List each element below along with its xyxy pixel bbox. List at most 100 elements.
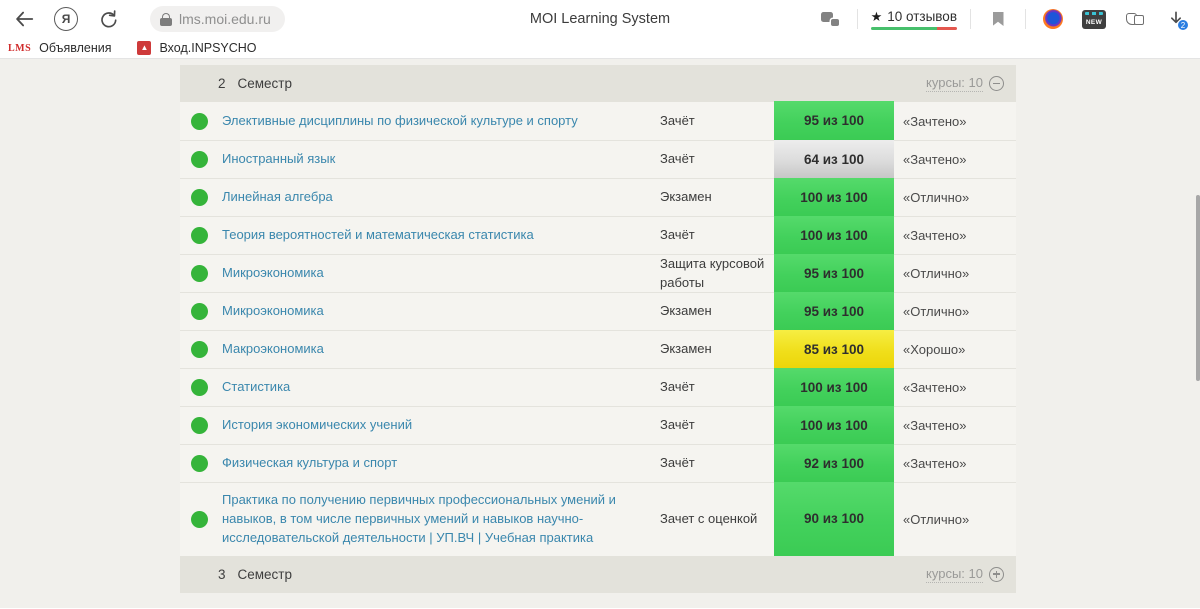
new-badge-label: NEW bbox=[1086, 19, 1102, 26]
assessment-type: Зачёт bbox=[660, 112, 774, 130]
grade-text: «Хорошо» bbox=[894, 342, 1016, 357]
course-link[interactable]: Элективные дисциплины по физической куль… bbox=[222, 113, 578, 128]
score-badge: 92 из 100 bbox=[774, 444, 894, 482]
course-name-cell: Теория вероятностей и математическая ста… bbox=[222, 218, 660, 253]
course-status bbox=[180, 227, 222, 244]
score-badge: 100 из 100 bbox=[774, 406, 894, 444]
course-link[interactable]: Теория вероятностей и математическая ста… bbox=[222, 227, 534, 242]
back-arrow-icon bbox=[13, 8, 35, 30]
bookmark-item-inpsycho[interactable]: ▲ Вход.INPSYCHO bbox=[137, 41, 256, 55]
status-dot-icon bbox=[191, 417, 208, 434]
chat-icon bbox=[821, 12, 839, 27]
course-row: Линейная алгебра Экзамен 100 из 100 «Отл… bbox=[180, 178, 1016, 216]
bookmark-item-announcements[interactable]: LMS Объявления bbox=[8, 41, 111, 55]
course-row: Иностранный язык Зачёт 64 из 100 «Зачтен… bbox=[180, 140, 1016, 178]
toolbar-divider bbox=[1025, 9, 1026, 29]
course-status bbox=[180, 265, 222, 282]
yandex-home-button[interactable]: Я bbox=[52, 5, 80, 33]
vertical-scrollbar[interactable] bbox=[1196, 195, 1200, 381]
course-status bbox=[180, 511, 222, 528]
bookmarks-bar: LMS Объявления ▲ Вход.INPSYCHO bbox=[0, 38, 1200, 59]
semester-footer: 3 Семестр курсы: 10 bbox=[180, 556, 1016, 593]
course-link[interactable]: Статистика bbox=[222, 379, 290, 394]
course-link[interactable]: Микроэкономика bbox=[222, 303, 324, 318]
score-badge: 85 из 100 bbox=[774, 330, 894, 368]
score-badge: 64 из 100 bbox=[774, 140, 894, 178]
bookmark-button[interactable] bbox=[984, 5, 1012, 33]
course-link[interactable]: Физическая культура и спорт bbox=[222, 455, 397, 470]
course-status bbox=[180, 189, 222, 206]
score-badge: 95 из 100 bbox=[774, 292, 894, 330]
bookmark-label: Объявления bbox=[39, 41, 111, 55]
collections-button[interactable] bbox=[1121, 5, 1149, 33]
status-dot-icon bbox=[191, 303, 208, 320]
course-link[interactable]: Иностранный язык bbox=[222, 151, 335, 166]
messenger-button[interactable] bbox=[816, 5, 844, 33]
course-link[interactable]: Микроэкономика bbox=[222, 265, 324, 280]
assessment-type: Зачёт bbox=[660, 454, 774, 472]
inpsycho-favicon: ▲ bbox=[137, 41, 151, 55]
course-link[interactable]: Макроэкономика bbox=[222, 341, 324, 356]
score-badge: 100 из 100 bbox=[774, 216, 894, 254]
expand-semester-control[interactable]: курсы: 10 bbox=[926, 566, 1004, 583]
grade-text: «Зачтено» bbox=[894, 114, 1016, 129]
course-link[interactable]: Практика по получению первичных професси… bbox=[222, 492, 616, 545]
score-cell: 95 из 100 bbox=[774, 254, 894, 292]
downloads-button[interactable]: 2 bbox=[1162, 5, 1190, 33]
status-dot-icon bbox=[191, 227, 208, 244]
status-dot-icon bbox=[191, 113, 208, 130]
courses-count-link: курсы: 10 bbox=[926, 566, 983, 583]
refresh-icon bbox=[98, 9, 118, 29]
bookmark-flag-icon bbox=[993, 12, 1004, 26]
score-badge: 90 из 100 bbox=[774, 482, 894, 556]
gradebook-table: 2 Семестр курсы: 10 Элективные дисциплин… bbox=[180, 65, 1016, 593]
bookmark-label: Вход.INPSYCHO bbox=[159, 41, 256, 55]
new-releases-icon: NEW bbox=[1082, 10, 1106, 29]
score-cell: 95 из 100 bbox=[774, 292, 894, 330]
status-dot-icon bbox=[191, 341, 208, 358]
course-status bbox=[180, 303, 222, 320]
site-reviews-button[interactable]: ★ 10 отзывов bbox=[871, 9, 957, 30]
assessment-type: Зачёт bbox=[660, 226, 774, 244]
ssl-lock-icon bbox=[160, 13, 172, 26]
collapse-semester-control[interactable]: курсы: 10 bbox=[926, 75, 1004, 92]
assessment-type: Зачёт bbox=[660, 416, 774, 434]
grade-text: «Отлично» bbox=[894, 266, 1016, 281]
course-row: Практика по получению первичных професси… bbox=[180, 482, 1016, 556]
course-name-cell: История экономических учений bbox=[222, 408, 660, 443]
yandex-logo-icon: Я bbox=[54, 7, 78, 31]
new-releases-button[interactable]: NEW bbox=[1080, 5, 1108, 33]
url-text: lms.moi.edu.ru bbox=[179, 11, 271, 27]
status-dot-icon bbox=[191, 379, 208, 396]
course-name-cell: Иностранный язык bbox=[222, 142, 660, 177]
score-cell: 100 из 100 bbox=[774, 178, 894, 216]
score-badge: 95 из 100 bbox=[774, 254, 894, 292]
download-icon: 2 bbox=[1166, 9, 1186, 29]
status-dot-icon bbox=[191, 455, 208, 472]
assessment-type: Защита курсовой работы bbox=[660, 255, 774, 291]
back-button[interactable] bbox=[10, 5, 38, 33]
lms-favicon: LMS bbox=[8, 43, 31, 54]
course-status bbox=[180, 417, 222, 434]
semester-label: Семестр bbox=[238, 567, 293, 582]
extension-button[interactable] bbox=[1039, 5, 1067, 33]
address-bar[interactable]: lms.moi.edu.ru bbox=[150, 6, 285, 32]
courses-count-link: курсы: 10 bbox=[926, 75, 983, 92]
course-link[interactable]: История экономических учений bbox=[222, 417, 412, 432]
course-name-cell: Статистика bbox=[222, 370, 660, 405]
course-name-cell: Микроэкономика bbox=[222, 256, 660, 291]
score-badge: 95 из 100 bbox=[774, 101, 894, 140]
semester-number: 2 bbox=[218, 76, 226, 91]
score-cell: 64 из 100 bbox=[774, 140, 894, 178]
course-link[interactable]: Линейная алгебра bbox=[222, 189, 333, 204]
course-row: Макроэкономика Экзамен 85 из 100 «Хорошо… bbox=[180, 330, 1016, 368]
rating-bar bbox=[871, 27, 957, 30]
refresh-button[interactable] bbox=[94, 5, 122, 33]
semester-number: 3 bbox=[218, 567, 226, 582]
score-cell: 90 из 100 bbox=[774, 482, 894, 556]
course-list: Элективные дисциплины по физической куль… bbox=[180, 102, 1016, 556]
grade-text: «Зачтено» bbox=[894, 418, 1016, 433]
score-cell: 100 из 100 bbox=[774, 216, 894, 254]
browser-toolbar: Я lms.moi.edu.ru MOI Learning System ★ 1… bbox=[0, 0, 1200, 38]
course-name-cell: Линейная алгебра bbox=[222, 180, 660, 215]
